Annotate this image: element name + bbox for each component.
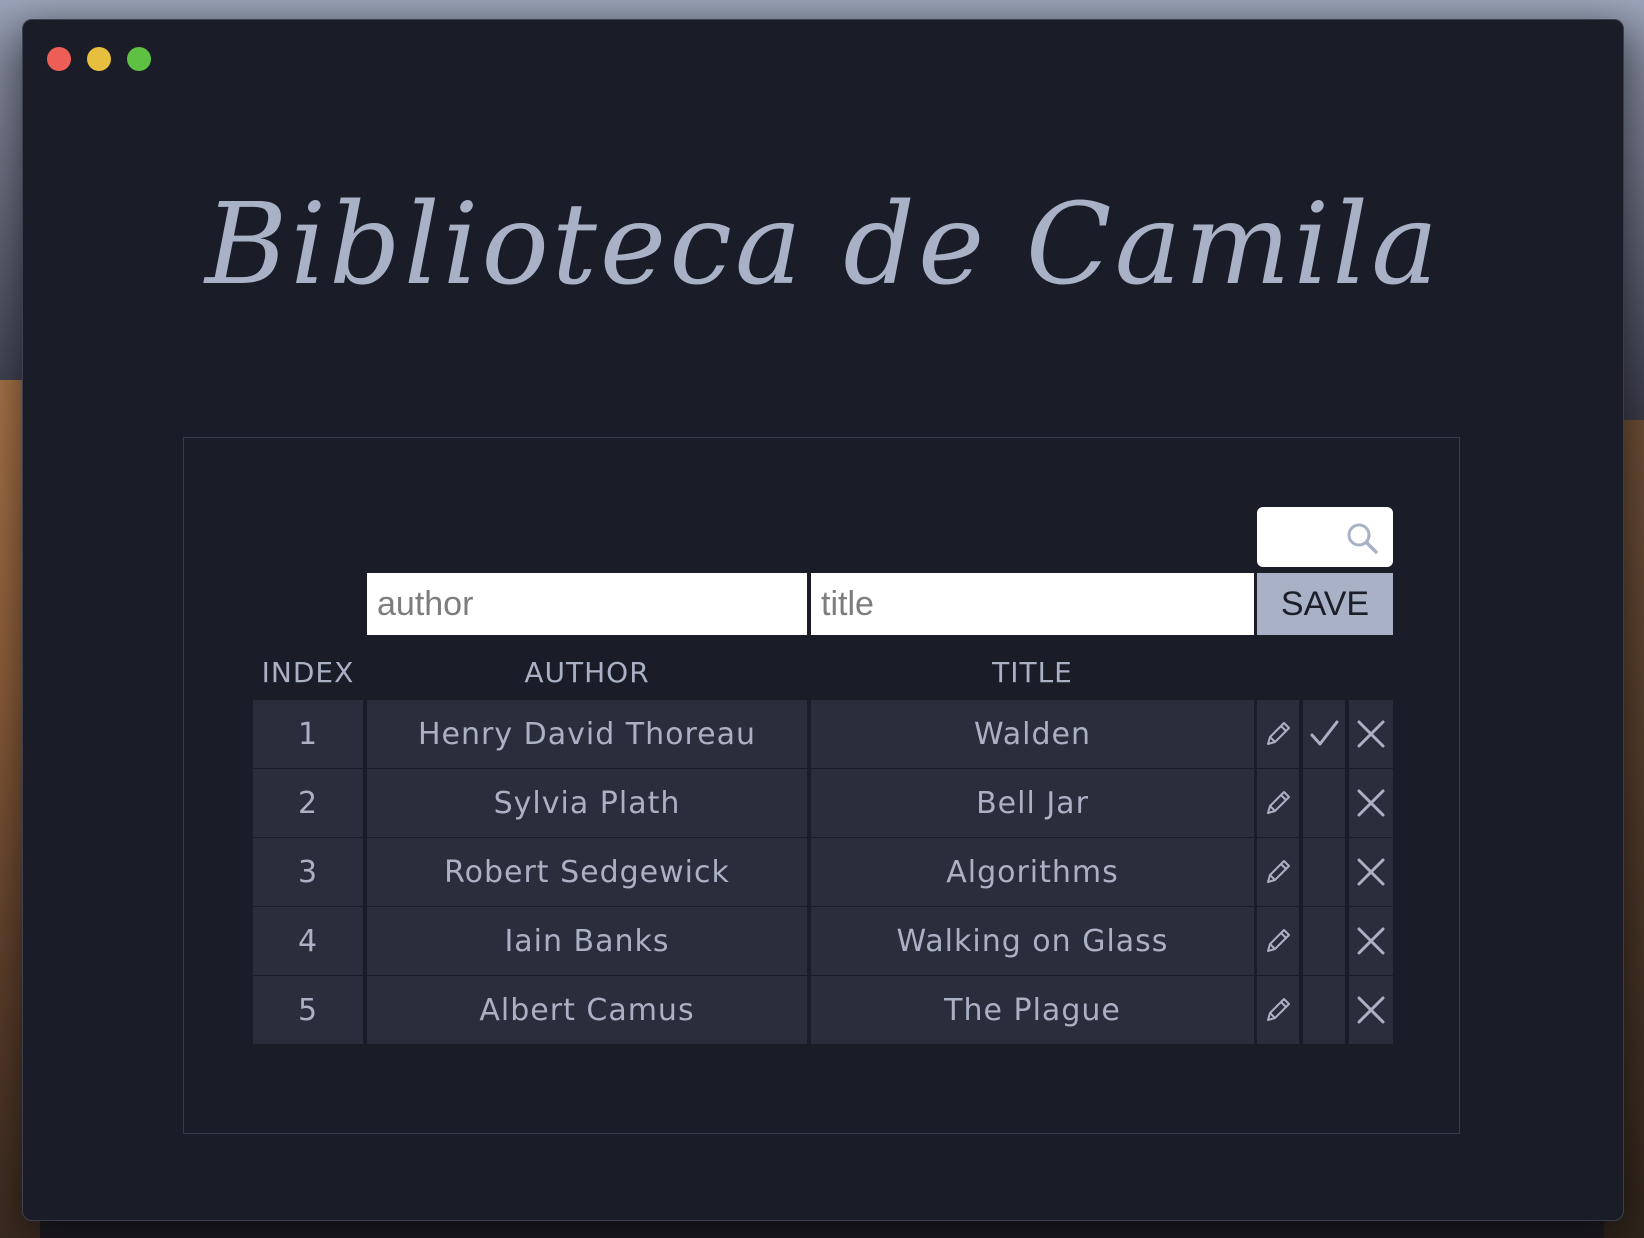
author-input[interactable] xyxy=(367,573,807,635)
maximize-window-button[interactable] xyxy=(127,47,151,71)
row-author: Sylvia Plath xyxy=(367,769,807,837)
close-icon xyxy=(1357,858,1385,886)
save-button[interactable]: SAVE xyxy=(1257,573,1393,635)
pencil-icon xyxy=(1267,998,1290,1021)
checkmark-icon xyxy=(1310,720,1339,746)
delete-button[interactable] xyxy=(1349,838,1393,906)
minimize-window-button[interactable] xyxy=(87,47,111,71)
close-window-button[interactable] xyxy=(47,47,71,71)
close-icon xyxy=(1357,927,1385,955)
row-author: Iain Banks xyxy=(367,907,807,975)
row-author: Henry David Thoreau xyxy=(367,700,807,768)
row-index: 5 xyxy=(253,976,363,1044)
check-button[interactable] xyxy=(1303,700,1345,768)
title-input[interactable] xyxy=(811,573,1254,635)
check-button[interactable] xyxy=(1303,769,1345,837)
edit-button[interactable] xyxy=(1257,976,1299,1044)
row-author: Albert Camus xyxy=(367,976,807,1044)
column-header-author: AUTHOR xyxy=(524,656,650,689)
delete-button[interactable] xyxy=(1349,700,1393,768)
row-index: 3 xyxy=(253,838,363,906)
row-index: 1 xyxy=(253,700,363,768)
edit-button[interactable] xyxy=(1257,838,1299,906)
delete-button[interactable] xyxy=(1349,907,1393,975)
row-title: The Plague xyxy=(811,976,1254,1044)
check-button[interactable] xyxy=(1303,976,1345,1044)
pencil-icon xyxy=(1267,791,1290,814)
row-title: Bell Jar xyxy=(811,769,1254,837)
window-controls xyxy=(47,47,151,71)
pencil-icon xyxy=(1267,722,1290,745)
pencil-icon xyxy=(1267,860,1290,883)
close-icon xyxy=(1357,720,1385,748)
page-title: Biblioteca de Camila xyxy=(205,180,1441,310)
app-window: Biblioteca de Camila SAVE INDEX AUTHOR T… xyxy=(22,19,1624,1221)
search-icon[interactable] xyxy=(1345,521,1379,555)
row-index: 4 xyxy=(253,907,363,975)
check-button[interactable] xyxy=(1303,907,1345,975)
edit-button[interactable] xyxy=(1257,700,1299,768)
pencil-icon xyxy=(1267,929,1290,952)
row-title: Walden xyxy=(811,700,1254,768)
delete-button[interactable] xyxy=(1349,976,1393,1044)
row-index: 2 xyxy=(253,769,363,837)
close-icon xyxy=(1357,789,1385,817)
close-icon xyxy=(1357,996,1385,1024)
search-input[interactable] xyxy=(1257,507,1393,567)
check-button[interactable] xyxy=(1303,838,1345,906)
edit-button[interactable] xyxy=(1257,907,1299,975)
edit-button[interactable] xyxy=(1257,769,1299,837)
row-author: Robert Sedgewick xyxy=(367,838,807,906)
row-title: Algorithms xyxy=(811,838,1254,906)
column-header-index: INDEX xyxy=(261,656,355,689)
column-header-title: TITLE xyxy=(992,656,1073,689)
delete-button[interactable] xyxy=(1349,769,1393,837)
row-title: Walking on Glass xyxy=(811,907,1254,975)
